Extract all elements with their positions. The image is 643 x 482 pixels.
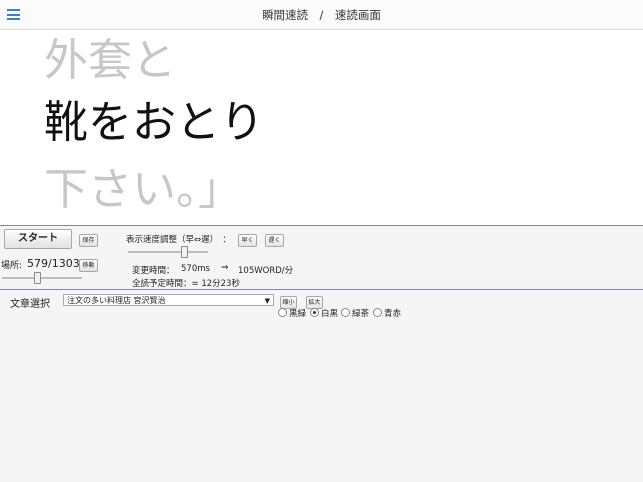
next-line: 下さい。」	[44, 164, 242, 215]
position-value: 579/1303	[27, 257, 80, 270]
save-button[interactable]: 保存	[79, 234, 98, 247]
text-select-label: 文章選択	[10, 299, 50, 310]
top-bar: 瞬間速読 / 速読画面	[0, 0, 643, 30]
text-select-dropdown[interactable]: 注文の多い料理店 宮沢賢治 ▼	[63, 294, 274, 306]
speed-label: 表示速度調整（早⇔遅） ：	[126, 235, 231, 245]
divider-top	[0, 225, 643, 226]
arrow-icon: ⇒	[221, 263, 229, 273]
divider-bottom	[0, 289, 643, 290]
change-time-label: 変更時間：	[132, 266, 175, 276]
position-slider-thumb[interactable]	[34, 272, 42, 284]
position-slider-track[interactable]	[2, 277, 82, 279]
speed-slider-thumb[interactable]	[181, 246, 188, 258]
page-title: 瞬間速読 / 速読画面	[262, 8, 381, 22]
words-per-minute: 105WORD/分	[238, 266, 294, 276]
reading-area: 外套と 靴をおとり 下さい。」	[0, 30, 643, 225]
slower-button[interactable]: 遅く	[265, 234, 284, 247]
current-line: 靴をおとり	[44, 97, 264, 148]
dropdown-arrow-icon: ▼	[264, 297, 270, 305]
color-option-green-brown[interactable]: 緑茶	[341, 307, 369, 319]
faster-button[interactable]: 早く	[238, 234, 257, 247]
change-time-value: 570ms	[181, 264, 210, 274]
color-option-black-green[interactable]: 黒緑	[278, 307, 306, 319]
move-button[interactable]: 移動	[79, 259, 98, 272]
previous-line: 外套と	[44, 35, 176, 86]
speed-slider-track[interactable]	[128, 251, 208, 253]
start-button[interactable]: スタート	[4, 229, 72, 249]
position-label: 場所:	[1, 261, 23, 271]
color-option-blue-red[interactable]: 青赤	[373, 307, 401, 319]
total-reading-time: 全読予定時間：= 12分23秒	[132, 279, 240, 289]
color-option-white-black[interactable]: 白黒	[310, 307, 338, 319]
text-select-value: 注文の多い料理店 宮沢賢治	[67, 296, 166, 305]
